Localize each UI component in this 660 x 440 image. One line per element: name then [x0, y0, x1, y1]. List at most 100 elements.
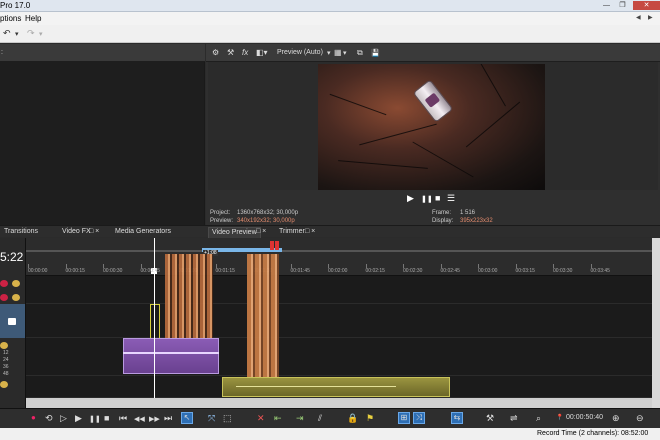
- audio-clip[interactable]: [123, 338, 219, 374]
- time-readout: 00:00:50:40: [566, 414, 603, 421]
- trim-start-icon[interactable]: ⇤: [274, 413, 282, 424]
- meter-label: 24: [3, 357, 9, 363]
- track-solo-icon[interactable]: [12, 280, 20, 287]
- menu-help[interactable]: Help: [25, 14, 41, 23]
- ruler-tick-label: 00:02:30: [403, 268, 423, 274]
- video-track-2[interactable]: [26, 304, 652, 338]
- audio-track-icon[interactable]: [0, 381, 8, 388]
- stop-button[interactable]: ■: [104, 413, 109, 423]
- audio-meter: 12 24 36 48: [3, 350, 9, 378]
- preview-quality-arrow-icon[interactable]: ▾: [327, 49, 331, 57]
- explorer-panel: :: [0, 44, 205, 237]
- explorer-header: :: [0, 44, 205, 62]
- trim-end-icon[interactable]: ⇥: [296, 413, 304, 424]
- track-fx-icon[interactable]: [8, 318, 16, 325]
- menu-scroll-left-icon[interactable]: ◀: [636, 14, 641, 21]
- next-marker-button[interactable]: ⏭: [164, 413, 172, 424]
- play-from-start-button[interactable]: ▷: [60, 413, 67, 424]
- auto-ripple-icon[interactable]: ⤨: [413, 412, 425, 424]
- prev-frame-button[interactable]: ◀◀: [134, 415, 145, 423]
- ruler-tick-label: 00:03:15: [515, 268, 535, 274]
- snapping-icon[interactable]: ⊞: [398, 412, 410, 424]
- video-track-1[interactable]: [26, 276, 652, 304]
- timeline-horizontal-scrollbar[interactable]: [26, 398, 652, 408]
- tab-transitions[interactable]: Transitions: [1, 227, 41, 238]
- ruler-tick-label: 00:02:00: [328, 268, 348, 274]
- ruler-tick-label: 00:03:30: [553, 268, 573, 274]
- minimize-button[interactable]: —: [601, 1, 612, 10]
- video-clip[interactable]: [247, 254, 279, 396]
- grid-icon[interactable]: ▦: [334, 48, 342, 57]
- loop-button[interactable]: ⟲: [45, 413, 53, 424]
- menu-scroll-right-icon[interactable]: ▶: [648, 14, 653, 21]
- properties-icon[interactable]: ⚒: [227, 48, 234, 57]
- tab-trimmer-controls-icon[interactable]: □ ×: [302, 227, 318, 238]
- play-button[interactable]: ▶: [75, 413, 82, 424]
- video-track-header[interactable]: [0, 304, 25, 338]
- preview-stop-button[interactable]: ■: [435, 193, 440, 203]
- timecode-display: 5:22: [0, 250, 24, 264]
- redo-icon[interactable]: ↷: [27, 28, 35, 39]
- track-area[interactable]: [26, 238, 652, 398]
- ignore-grouping-icon[interactable]: ⚒: [486, 413, 494, 424]
- prev-marker-button[interactable]: ⏮: [119, 413, 127, 424]
- preview-pause-button[interactable]: ❚❚: [421, 195, 433, 203]
- tab-video-fx-controls-icon[interactable]: □ ×: [86, 227, 102, 238]
- menu-options[interactable]: ptions: [0, 14, 21, 23]
- save-snapshot-icon[interactable]: 💾: [371, 49, 380, 57]
- tab-video-preview-controls-icon[interactable]: □ ×: [253, 227, 269, 238]
- split-screen-icon[interactable]: ◧▾: [256, 48, 268, 57]
- position-pin-icon: 📍: [556, 415, 564, 421]
- explorer-header-label: :: [1, 49, 3, 56]
- record-button[interactable]: ●: [31, 413, 36, 422]
- close-button[interactable]: ✕: [633, 1, 660, 10]
- maximize-button[interactable]: ❐: [617, 1, 628, 10]
- delete-icon[interactable]: ✕: [257, 413, 265, 424]
- envelope-tool-icon[interactable]: ⤧: [208, 413, 215, 424]
- playhead-line: [154, 238, 155, 398]
- track-mute-icon[interactable]: [0, 280, 8, 287]
- selected-clip-outline[interactable]: [150, 304, 160, 340]
- track-solo-icon[interactable]: [12, 294, 20, 301]
- window-title: Pro 17.0: [0, 1, 31, 10]
- preview-quality-dropdown[interactable]: Preview (Auto): [277, 49, 323, 56]
- timeline-vertical-scrollbar[interactable]: [652, 238, 660, 408]
- undo-dropdown-icon[interactable]: ▾: [15, 30, 19, 38]
- meter-label: 36: [3, 364, 9, 370]
- zoom-in-icon[interactable]: ⊕: [612, 413, 620, 424]
- grid-dropdown-icon[interactable]: ▾: [343, 49, 347, 57]
- lock-envelopes-icon[interactable]: ⇆: [451, 412, 463, 424]
- ruler-tick-label: 00:01:45: [290, 268, 310, 274]
- transport-bar: ● ⟲ ▷ ▶ ❚❚ ■ ⏮ ◀◀ ▶▶ ⏭ ↖ ⤧ ⬚ ✕ ⇤ ⇥ ⫽ 🔒 ⚑…: [0, 408, 660, 428]
- timeline-ruler[interactable]: +1:08 00:00:00 00:00:15 00:00:30 00:00:45 00…: [26, 238, 660, 276]
- marker-icon[interactable]: [270, 241, 274, 250]
- undo-icon[interactable]: ↶: [3, 28, 11, 39]
- preview-transport: ▶ ❚❚ ■ ☰: [206, 192, 660, 206]
- zoom-out-icon[interactable]: ⊖: [636, 413, 644, 424]
- tab-media-generators[interactable]: Media Generators: [112, 227, 174, 238]
- explorer-content[interactable]: [0, 62, 204, 237]
- zoom-icon[interactable]: ⌕: [536, 413, 541, 424]
- redo-dropdown-icon[interactable]: ▾: [39, 30, 43, 38]
- marker-icon[interactable]: [275, 241, 279, 250]
- pause-button[interactable]: ❚❚: [89, 415, 101, 423]
- video-frame-image: [318, 64, 545, 190]
- split-icon[interactable]: ⫽: [318, 413, 322, 424]
- audio-clip[interactable]: [222, 377, 450, 397]
- audio-track-1[interactable]: [26, 338, 652, 376]
- preview-play-button[interactable]: ▶: [407, 193, 414, 204]
- loop-region-bar[interactable]: [26, 250, 660, 252]
- next-frame-button[interactable]: ▶▶: [149, 415, 160, 423]
- normal-edit-tool-icon[interactable]: ↖: [181, 412, 193, 424]
- marker-insert-icon[interactable]: ⚑: [366, 413, 374, 424]
- fx-button[interactable]: fx: [242, 48, 248, 57]
- lock-icon[interactable]: 🔒: [347, 413, 358, 424]
- ruler-tick-label: 00:00:00: [28, 268, 48, 274]
- settings-icon[interactable]: ⚙: [212, 48, 219, 57]
- selection-tool-icon[interactable]: ⬚: [223, 413, 232, 424]
- copy-snapshot-icon[interactable]: ⧉: [357, 48, 363, 58]
- preview-menu-button[interactable]: ☰: [447, 193, 455, 204]
- audio-track-icon[interactable]: [0, 342, 8, 349]
- track-mute-icon[interactable]: [0, 294, 8, 301]
- expand-track-icon[interactable]: ⇌: [510, 413, 518, 424]
